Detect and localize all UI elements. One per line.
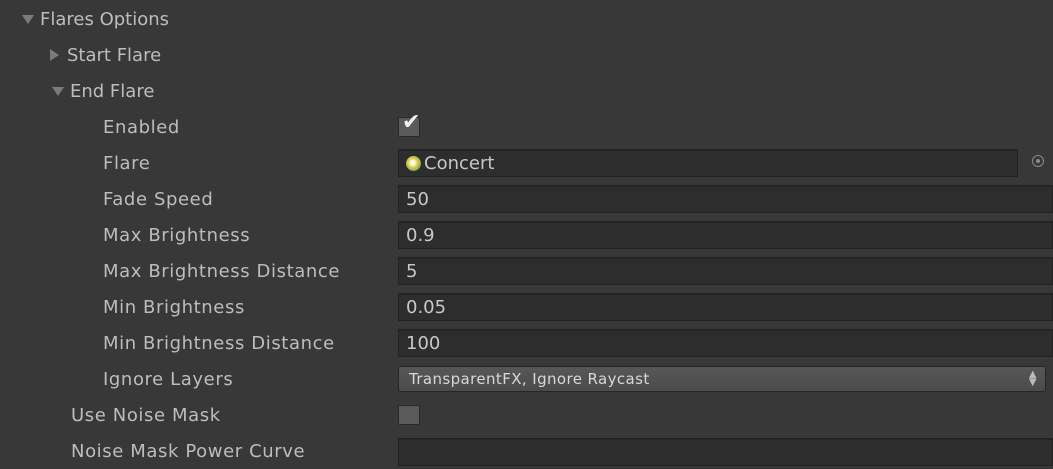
noise-mask-power-curve-label: Noise Mask Power Curve [71, 440, 306, 462]
triangle-right-icon[interactable] [50, 49, 59, 61]
enabled-checkbox[interactable]: ✔ [398, 112, 420, 137]
noise-mask-power-curve-field[interactable] [398, 438, 1053, 466]
max-brightness-row: Max Brightness 0.9 [0, 217, 1053, 253]
use-noise-mask-checkbox[interactable] [398, 405, 420, 425]
object-picker-icon[interactable] [1032, 155, 1044, 167]
min-brightness-distance-label: Min Brightness Distance [103, 332, 335, 354]
max-brightness-input[interactable]: 0.9 [398, 221, 1053, 249]
fade-speed-label: Fade Speed [103, 188, 214, 210]
ignore-layers-label: Ignore Layers [103, 368, 234, 390]
ignore-layers-row: Ignore Layers TransparentFX, Ignore Rayc… [0, 361, 1053, 397]
enabled-label: Enabled [103, 116, 180, 138]
flare-object-field[interactable]: Concert [398, 149, 1018, 177]
end-flare-foldout[interactable]: End Flare [0, 73, 1053, 109]
flare-value: Concert [424, 152, 495, 174]
fade-speed-row: Fade Speed 50 [0, 181, 1053, 217]
max-brightness-distance-input[interactable]: 5 [398, 257, 1053, 285]
updown-arrow-icon: ▲ ▼ [1028, 369, 1037, 388]
triangle-down-icon[interactable] [52, 86, 64, 96]
min-brightness-row: Min Brightness 0.05 [0, 289, 1053, 325]
max-brightness-label: Max Brightness [103, 224, 251, 246]
use-noise-mask-row: Use Noise Mask [0, 397, 1053, 433]
min-brightness-distance-input[interactable]: 100 [398, 329, 1053, 357]
max-brightness-distance-row: Max Brightness Distance 5 [0, 253, 1053, 289]
end-flare-label: End Flare [70, 80, 155, 102]
fade-speed-input[interactable]: 50 [398, 185, 1053, 213]
enabled-row: Enabled ✔ [0, 109, 1053, 145]
use-noise-mask-label: Use Noise Mask [71, 404, 221, 426]
min-brightness-input[interactable]: 0.05 [398, 293, 1053, 321]
flare-label: Flare [103, 152, 151, 174]
start-flare-foldout[interactable]: Start Flare [0, 37, 1053, 73]
checkmark-icon: ✔ [402, 110, 421, 135]
max-brightness-distance-label: Max Brightness Distance [103, 260, 341, 282]
min-brightness-label: Min Brightness [103, 296, 245, 318]
flares-options-label: Flares Options [40, 8, 170, 30]
min-brightness-distance-row: Min Brightness Distance 100 [0, 325, 1053, 361]
ignore-layers-popup[interactable]: TransparentFX, Ignore Raycast ▲ ▼ [398, 366, 1046, 392]
flares-options-foldout[interactable]: Flares Options [0, 1, 1053, 37]
noise-mask-power-curve-row: Noise Mask Power Curve [0, 433, 1053, 469]
ignore-layers-value: TransparentFX, Ignore Raycast [409, 370, 650, 388]
start-flare-label: Start Flare [67, 44, 162, 66]
triangle-down-icon[interactable] [22, 14, 34, 24]
flare-row: Flare Concert [0, 145, 1053, 181]
flare-asset-icon [406, 155, 421, 171]
